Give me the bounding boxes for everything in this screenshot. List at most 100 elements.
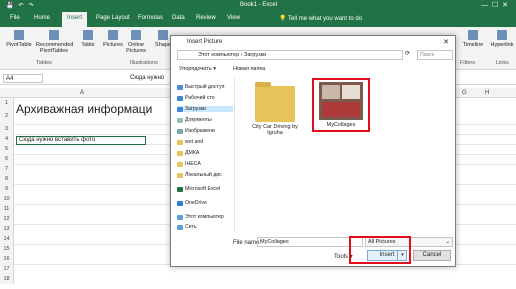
name-box[interactable]: A4	[3, 74, 43, 83]
window-title: Book1 - Excel	[240, 2, 278, 8]
file-name-input[interactable]: MyCollages	[257, 237, 363, 247]
file-item-folder[interactable]: City Car Driving by Igruha	[249, 82, 301, 136]
row-header-13[interactable]: 13	[0, 224, 14, 234]
formula-input[interactable]: Сюда нужно	[130, 75, 164, 81]
insert-picture-dialog: Insert Picture ✕ Этот компьютер › Загруз…	[170, 35, 456, 267]
col-header-g[interactable]: G	[462, 90, 467, 96]
window-controls[interactable]: — ☐ ✕	[481, 1, 508, 9]
highlight-box	[349, 236, 411, 264]
hyperlink-icon	[497, 30, 507, 40]
nav-desktop[interactable]: Рабочий сто	[177, 95, 215, 101]
row-header-9[interactable]: 9	[0, 184, 14, 194]
tab-data[interactable]: Data	[172, 15, 185, 21]
nav-quick-access[interactable]: Быстрый доступ	[177, 84, 224, 90]
organize-menu[interactable]: Упорядочить ▾	[179, 66, 216, 72]
file-item-label: City Car Driving by Igruha	[252, 124, 298, 136]
pictures-button[interactable]: Pictures	[102, 30, 124, 48]
address-bar[interactable]: Этот компьютер › Загрузки	[177, 50, 403, 60]
tab-page-layout[interactable]: Page Layout	[96, 15, 130, 21]
row-header-8[interactable]: 8	[0, 174, 14, 184]
online-pictures-icon	[131, 30, 141, 40]
tab-formulas[interactable]: Formulas	[138, 15, 163, 21]
table-button[interactable]: Table	[78, 30, 98, 48]
group-links: Links	[496, 60, 509, 66]
row-header-2[interactable]: 2	[0, 108, 14, 124]
folder-icon	[177, 139, 183, 145]
row-header-3[interactable]: 3	[0, 124, 14, 134]
nav-folder-wot[interactable]: wot and	[177, 139, 203, 145]
nav-network[interactable]: Сеть	[177, 224, 197, 230]
col-header-a[interactable]: A	[80, 90, 84, 96]
dialog-toolbar: Упорядочить ▾ Новая папка	[171, 63, 455, 75]
row-header-18[interactable]: 18	[0, 274, 14, 284]
row-header-15[interactable]: 15	[0, 244, 14, 254]
tab-view[interactable]: View	[227, 15, 240, 21]
nav-pictures[interactable]: Изображени	[177, 128, 215, 134]
folder-icon	[177, 172, 183, 178]
recommended-pivottables-icon	[49, 30, 59, 40]
nav-documents[interactable]: Документы	[177, 117, 212, 123]
shapes-icon	[158, 30, 168, 40]
computer-icon	[177, 214, 183, 220]
hyperlink-button[interactable]: Hyperlink	[490, 30, 514, 48]
undo-icon[interactable]: ↶	[18, 2, 23, 9]
highlight-box	[312, 78, 370, 132]
table-icon	[83, 30, 93, 40]
col-header-h[interactable]: H	[485, 90, 489, 96]
row-header-5[interactable]: 5	[0, 144, 14, 154]
ribbon-tabs: File Home Insert Page Layout Formulas Da…	[0, 11, 516, 27]
row-header-10[interactable]: 10	[0, 194, 14, 204]
timeline-button[interactable]: Timeline	[460, 30, 486, 48]
tell-me-box[interactable]: 💡 Tell me what you want to do	[279, 15, 362, 22]
cell-a2[interactable]: Архиважная информаци	[16, 102, 152, 116]
nav-local-disk[interactable]: Локальный дис	[177, 172, 222, 178]
nav-this-pc[interactable]: Этот компьютер	[177, 214, 224, 220]
address-segment[interactable]: Загрузки	[244, 52, 266, 58]
row-header-14[interactable]: 14	[0, 234, 14, 244]
tell-me-text: Tell me what you want to do	[288, 16, 363, 22]
navigation-pane[interactable]: Быстрый доступ Рабочий сто Загрузки Доку…	[173, 78, 235, 232]
onedrive-icon	[177, 200, 183, 206]
nav-downloads[interactable]: Загрузки	[177, 106, 233, 112]
nav-onedrive[interactable]: OneDrive	[177, 200, 207, 206]
new-folder-button[interactable]: Новая папка	[233, 66, 265, 72]
folder-icon	[177, 161, 183, 167]
chevron-down-icon: ⌄	[445, 239, 450, 245]
row-header-4[interactable]: 4	[0, 134, 14, 144]
pivottable-icon	[14, 30, 24, 40]
nav-folder-iheca[interactable]: IHECA	[177, 161, 201, 167]
tab-home[interactable]: Home	[34, 15, 50, 21]
tab-insert[interactable]: Insert	[62, 12, 88, 27]
row-header-1[interactable]: 1	[0, 98, 14, 108]
row-header-12[interactable]: 12	[0, 214, 14, 224]
row-header-11[interactable]: 11	[0, 204, 14, 214]
cell-a4-selected[interactable]: Сюда нужно вставить фото	[16, 136, 146, 145]
image-icon	[177, 128, 183, 134]
document-icon	[177, 117, 183, 123]
group-filters: Filters	[460, 60, 475, 66]
recommended-pivottables-button[interactable]: Recommended PivotTables	[36, 30, 73, 54]
title-bar: 💾 ↶ ↷ Book1 - Excel — ☐ ✕	[0, 0, 516, 11]
star-icon	[177, 84, 183, 90]
save-icon[interactable]: 💾	[6, 2, 13, 9]
address-segment[interactable]: Этот компьютер	[198, 52, 239, 58]
row-header-6[interactable]: 6	[0, 154, 14, 164]
search-input[interactable]: Поиск	[417, 50, 453, 60]
close-icon[interactable]: ✕	[443, 38, 449, 46]
redo-icon[interactable]: ↷	[29, 2, 34, 9]
file-list[interactable]: City Car Driving by Igruha MyCollages	[241, 78, 451, 230]
tab-file[interactable]: File	[10, 15, 20, 21]
nav-microsoft-excel[interactable]: Microsoft Excel	[177, 186, 220, 192]
refresh-icon[interactable]: ⟳	[405, 50, 415, 60]
row-header-16[interactable]: 16	[0, 254, 14, 264]
desktop-icon	[177, 95, 183, 101]
row-header-7[interactable]: 7	[0, 164, 14, 174]
cancel-button[interactable]: Cancel	[413, 250, 451, 261]
online-pictures-button[interactable]: Online Pictures	[125, 30, 147, 54]
group-tables: Tables	[36, 60, 52, 66]
tools-label: Tools	[334, 254, 349, 260]
pivottable-button[interactable]: PivotTable	[6, 30, 32, 48]
nav-folder-dmka[interactable]: ДМКА	[177, 150, 199, 156]
row-header-17[interactable]: 17	[0, 264, 14, 274]
tab-review[interactable]: Review	[196, 15, 216, 21]
